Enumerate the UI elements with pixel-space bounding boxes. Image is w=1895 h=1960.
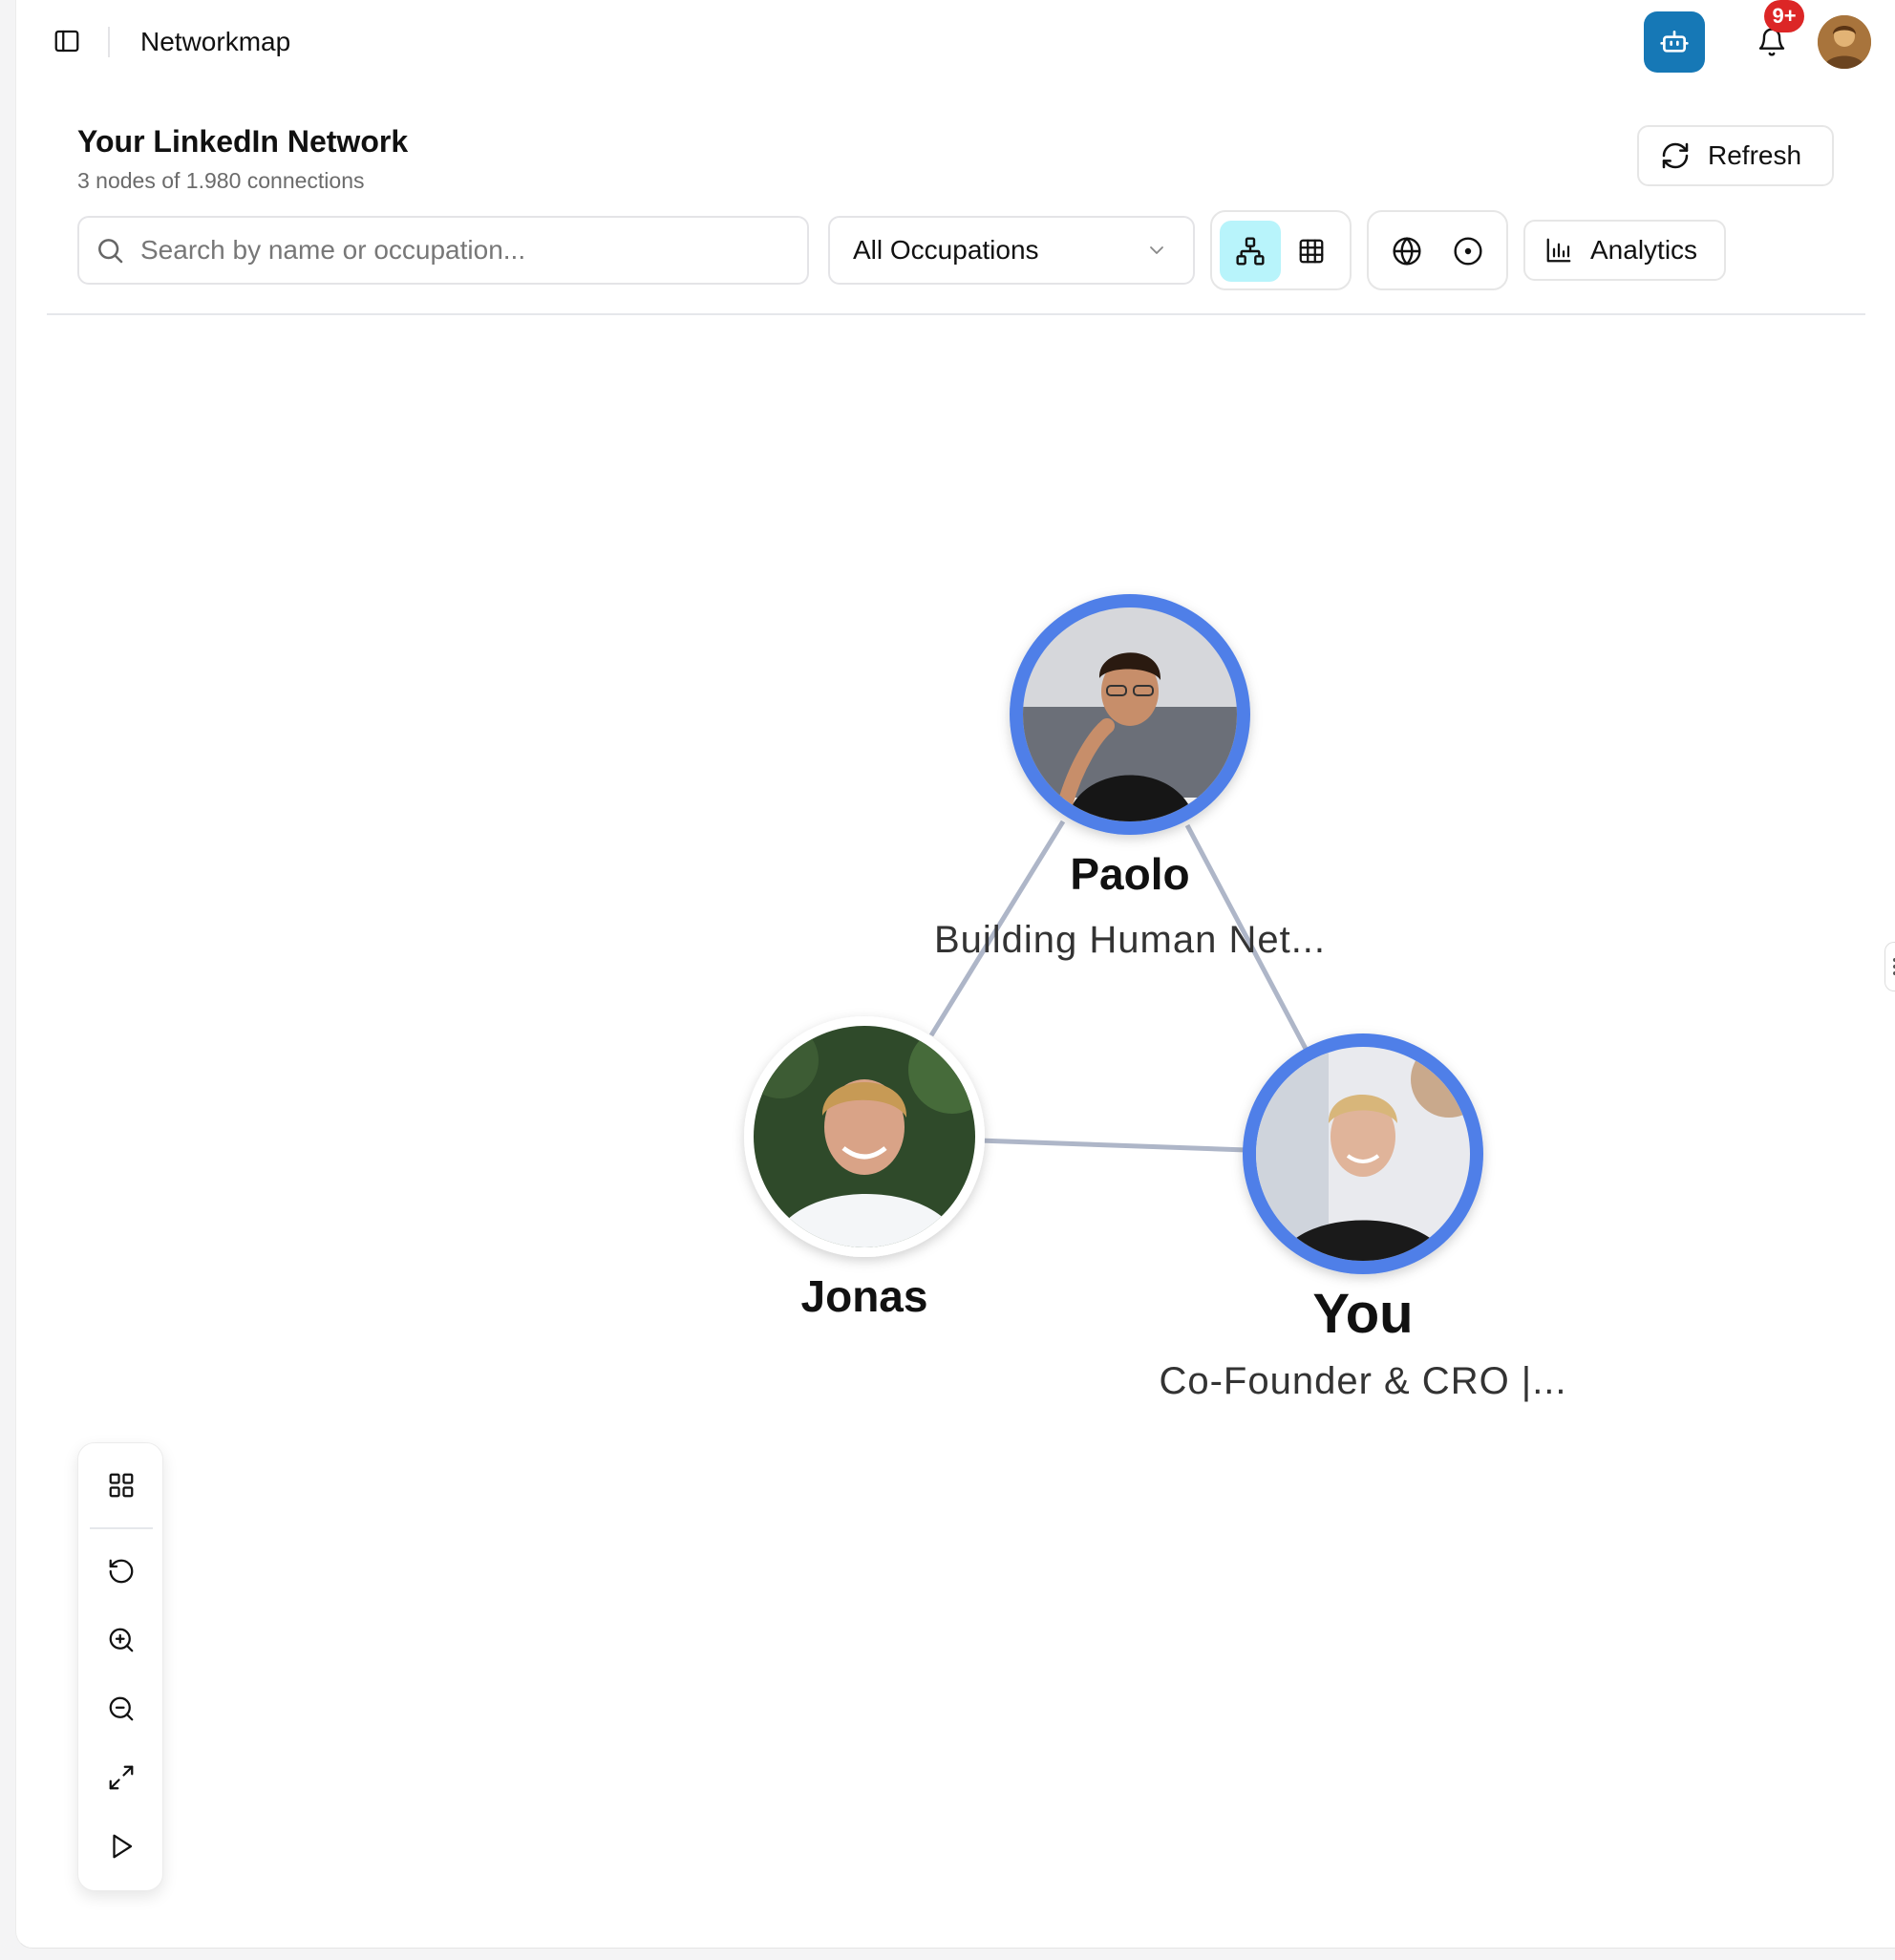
refresh-button[interactable]: Refresh — [1637, 125, 1834, 186]
refresh-icon — [1662, 142, 1689, 169]
search-icon — [98, 239, 123, 264]
fit-view-button[interactable] — [98, 1755, 144, 1800]
user-avatar[interactable] — [1818, 15, 1871, 69]
top-divider — [108, 27, 110, 57]
top-bar: Networkmap 9+ — [16, 0, 1895, 84]
node-you[interactable] — [1243, 1033, 1487, 1274]
layout-grid-icon — [109, 1473, 134, 1498]
node-name-paolo: Paolo — [1070, 849, 1190, 899]
zoom-out-icon — [109, 1696, 134, 1721]
sidebar-toggle-button[interactable] — [51, 25, 83, 57]
grid-icon — [1299, 239, 1324, 264]
sidebar-icon — [54, 30, 79, 53]
table-view-button[interactable] — [1281, 221, 1342, 282]
network-graph-svg — [742, 594, 1487, 1274]
drag-handle-icon — [1892, 958, 1895, 975]
chevron-down-icon — [1150, 246, 1163, 254]
app-window: Networkmap 9+ Your LinkedIn Network 3 no… — [15, 0, 1895, 1949]
graph-view-button[interactable] — [1220, 221, 1281, 282]
play-icon — [113, 1834, 133, 1859]
bot-icon — [1660, 31, 1689, 53]
layout-button[interactable] — [98, 1462, 144, 1508]
page-title: Your LinkedIn Network — [77, 124, 409, 159]
zoom-out-button[interactable] — [98, 1686, 144, 1732]
search-input[interactable] — [140, 235, 790, 266]
play-button[interactable] — [98, 1823, 144, 1869]
node-paolo[interactable] — [1010, 594, 1250, 836]
focus-view-button[interactable] — [1437, 221, 1499, 282]
reset-button[interactable] — [98, 1548, 144, 1594]
network-graph-canvas[interactable]: Paolo Building Human Net... Jonas You Co… — [16, 315, 1895, 1939]
occupation-filter-value: All Occupations — [853, 235, 1039, 265]
search-box[interactable] — [77, 216, 809, 285]
node-name-you: You — [1312, 1283, 1414, 1345]
analytics-label: Analytics — [1590, 235, 1698, 265]
target-icon — [1454, 237, 1482, 266]
graph-controls — [77, 1442, 163, 1891]
view-toggle-group — [1210, 210, 1352, 290]
controls-divider — [90, 1527, 153, 1529]
bar-chart-icon — [1546, 238, 1571, 263]
app-title: Networkmap — [140, 27, 291, 56]
node-jonas[interactable] — [742, 1016, 996, 1257]
refresh-label: Refresh — [1708, 140, 1802, 170]
occupation-filter-select[interactable]: All Occupations — [828, 216, 1195, 285]
globe-icon — [1393, 237, 1421, 266]
zoom-in-button[interactable] — [98, 1617, 144, 1663]
map-mode-group — [1367, 210, 1508, 290]
avatar-image — [1818, 15, 1871, 69]
expand-icon — [109, 1765, 134, 1790]
page-subtitle: 3 nodes of 1.980 connections — [77, 168, 365, 193]
analytics-button[interactable]: Analytics — [1523, 220, 1726, 281]
globe-view-button[interactable] — [1376, 221, 1437, 282]
edge-jonas-you — [978, 1138, 1247, 1153]
node-occupation-you: Co-Founder & CRO |... — [1159, 1360, 1567, 1402]
zoom-in-icon — [109, 1628, 134, 1652]
side-panel-handle[interactable] — [1884, 942, 1895, 991]
ai-assistant-button[interactable] — [1644, 11, 1705, 73]
node-occupation-paolo: Building Human Net... — [933, 919, 1327, 961]
rotate-ccw-icon — [109, 1559, 134, 1584]
notification-badge: 9+ — [1764, 0, 1804, 32]
node-name-jonas: Jonas — [800, 1271, 928, 1321]
network-icon — [1236, 237, 1265, 266]
